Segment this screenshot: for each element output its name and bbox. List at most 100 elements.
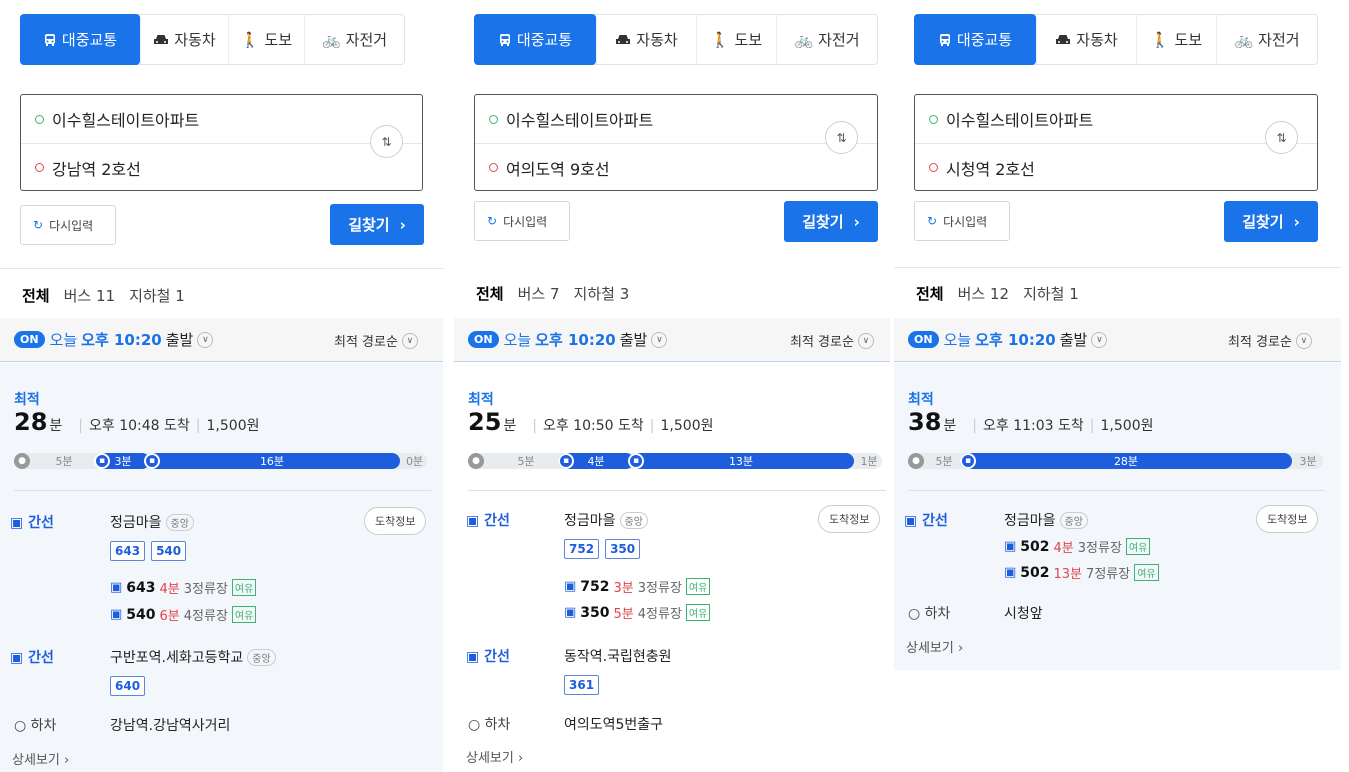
details-link[interactable]: 상세보기 ›	[12, 749, 69, 768]
arrival-minutes: 3분	[613, 581, 634, 596]
origin-field[interactable]: 이수힐스테이트아파트	[21, 95, 422, 143]
arrival-info-button[interactable]: 도착정보	[1256, 505, 1319, 533]
origin-field[interactable]: 이수힐스테이트아파트	[915, 95, 1317, 143]
search-label: 길찾기	[348, 216, 390, 234]
best-label: 최적	[468, 392, 494, 408]
tab-all[interactable]: 전체	[916, 283, 944, 304]
sort-select[interactable]: 최적 경로순 ∨	[790, 331, 874, 350]
bus-number[interactable]: 640	[110, 676, 146, 696]
details-label: 상세보기	[906, 641, 954, 656]
arrival-info-button[interactable]: 도착정보	[364, 507, 427, 535]
exit-stop[interactable]: 시청앞	[1004, 603, 1043, 623]
tab-car[interactable]: 자동차	[140, 15, 228, 64]
boarding-stop[interactable]: 정금마을 중앙	[564, 510, 648, 530]
route-card[interactable]: 최적 28 분 | 오후 10:48 도착 | 1,500원 ● 5분 3분 ▪ 16…	[0, 363, 443, 772]
bus-number[interactable]: 752	[564, 539, 600, 559]
arrival-time: 오후 10:48 도착	[89, 418, 190, 434]
tab-subway[interactable]: 지하철 1	[1023, 283, 1079, 304]
destination-field[interactable]: 강남역 2호선	[21, 143, 422, 191]
tab-transit[interactable]: 대중교통	[474, 14, 596, 65]
transfer-stop[interactable]: 동작역.국립현충원	[564, 646, 672, 666]
bus-number[interactable]: 540	[151, 541, 187, 561]
walk-segment: 3분	[1299, 455, 1317, 468]
depart-time[interactable]: 오후 10:20	[81, 329, 162, 350]
tab-walk[interactable]: 🚶 도보	[696, 15, 776, 64]
tab-car[interactable]: 자동차	[596, 15, 696, 64]
tab-bus[interactable]: 버스 12	[958, 283, 1009, 304]
tab-bus[interactable]: 버스 7	[518, 283, 560, 304]
bike-icon: 🚲	[1234, 30, 1254, 49]
tab-all[interactable]: 전체	[476, 283, 504, 304]
duration-row: 38 분 | 오후 11:03 도착 | 1,500원	[908, 408, 1153, 436]
exit-stop[interactable]: 강남역.강남역사거리	[110, 715, 230, 735]
tab-all[interactable]: 전체	[22, 285, 50, 306]
tab-bus[interactable]: 버스 11	[64, 285, 115, 306]
depart-suffix: 출발	[1059, 331, 1088, 349]
seat-status: 여유	[231, 579, 257, 596]
sort-select[interactable]: 최적 경로순 ∨	[1228, 331, 1312, 350]
arrival-minutes: 5분	[613, 607, 634, 622]
swap-icon[interactable]: ⇅	[825, 121, 858, 154]
exit-label: ○ 하차	[14, 715, 56, 735]
origin-field[interactable]: 이수힐스테이트아파트	[475, 95, 877, 143]
route-card[interactable]: 최적 38 분 | 오후 11:03 도착 | 1,500원 ● 5분 28분 ▪ 3…	[894, 363, 1341, 670]
depart-time[interactable]: 오후 10:20	[975, 329, 1056, 350]
tab-subway[interactable]: 지하철 1	[129, 285, 185, 306]
tab-bike[interactable]: 🚲 자전거	[776, 15, 877, 64]
tab-transit[interactable]: 대중교통	[20, 14, 140, 65]
search-button[interactable]: 길찾기 ›	[784, 201, 878, 242]
reset-button[interactable]: ↻ 다시입력	[474, 201, 570, 241]
stop-name: 구반포역.세화고등학교	[110, 650, 244, 666]
transfer-stop[interactable]: 구반포역.세화고등학교 중앙	[110, 647, 276, 667]
route-panel-1: 대중교통 자동차 🚶 도보 🚲 자전거 이수힐스테이트아파트 강남역 2호선 ⇅ ↻…	[0, 0, 443, 772]
sort-select[interactable]: 최적 경로순 ∨	[334, 331, 418, 350]
swap-icon[interactable]: ⇅	[370, 125, 403, 158]
bus-number: 752	[580, 578, 610, 595]
swap-icon[interactable]: ⇅	[1265, 121, 1298, 154]
origin-dot-icon	[489, 114, 498, 124]
tab-subway[interactable]: 지하철 3	[574, 283, 630, 304]
duration-row: 25 분 | 오후 10:50 도착 | 1,500원	[468, 408, 713, 436]
search-button[interactable]: 길찾기 ›	[330, 204, 424, 245]
pipe: |	[78, 418, 84, 434]
depart-time[interactable]: 오후 10:20	[535, 329, 616, 350]
tab-transit[interactable]: 대중교통	[914, 14, 1036, 65]
chevron-down-icon[interactable]: ∨	[197, 331, 214, 348]
exit-stop[interactable]: 여의도역5번출구	[564, 714, 663, 734]
details-link[interactable]: 상세보기 ›	[906, 637, 963, 656]
boarding-stop[interactable]: 정금마을 중앙	[110, 512, 194, 532]
on-badge[interactable]: ON	[468, 331, 499, 348]
reset-button[interactable]: ↻ 다시입력	[20, 205, 116, 245]
tab-walk[interactable]: 🚶 도보	[1136, 15, 1216, 64]
destination-field[interactable]: 시청역 2호선	[915, 143, 1317, 191]
tab-walk[interactable]: 🚶 도보	[228, 15, 304, 64]
bus-number[interactable]: 361	[564, 675, 600, 695]
tab-bike[interactable]: 🚲 자전거	[1216, 15, 1317, 64]
chevron-down-icon[interactable]: ∨	[1091, 331, 1108, 348]
best-label: 최적	[908, 392, 934, 408]
bus-icon: ▪	[960, 453, 976, 469]
arrival-info-button[interactable]: 도착정보	[818, 505, 881, 533]
exit-label: ○ 하차	[468, 714, 510, 734]
reset-button[interactable]: ↻ 다시입력	[914, 201, 1010, 241]
on-badge[interactable]: ON	[14, 331, 45, 348]
destination-dot-icon	[35, 163, 44, 172]
tab-bike[interactable]: 🚲 자전거	[304, 15, 404, 64]
details-link[interactable]: 상세보기 ›	[466, 747, 523, 766]
bus-number[interactable]: 643	[110, 541, 146, 561]
car-icon	[1055, 34, 1071, 46]
leg-type-label: 간선	[28, 650, 54, 666]
divider	[908, 490, 1325, 491]
boarding-stop[interactable]: 정금마을 중앙	[1004, 510, 1088, 530]
search-button[interactable]: 길찾기 ›	[1224, 201, 1318, 242]
chevron-down-icon[interactable]: ∨	[651, 331, 668, 348]
route-card[interactable]: 최적 25 분 | 오후 10:50 도착 | 1,500원 ● 5분 4분 ▪ 13…	[454, 363, 890, 772]
origin-dot-icon	[35, 114, 44, 124]
arrival-row: ▣ 752 3분 3정류장 여유	[564, 577, 711, 596]
on-badge[interactable]: ON	[908, 331, 939, 348]
leg-type: ▣ 간선	[466, 510, 510, 530]
tab-bike-label: 자전거	[818, 31, 860, 49]
bus-number[interactable]: 350	[605, 539, 641, 559]
destination-field[interactable]: 여의도역 9호선	[475, 143, 877, 191]
tab-car[interactable]: 자동차	[1036, 15, 1136, 64]
